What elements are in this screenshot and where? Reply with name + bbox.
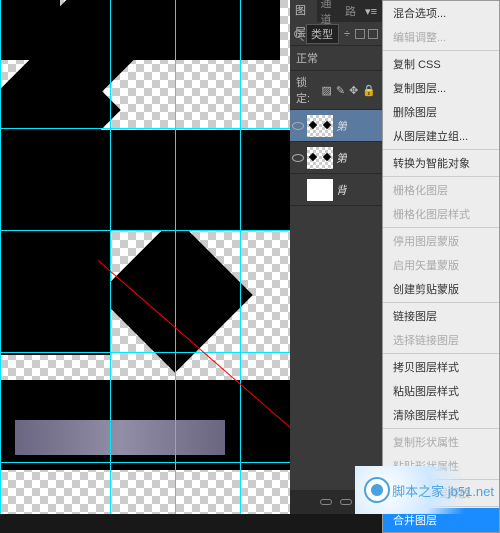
visibility-icon[interactable] bbox=[292, 154, 304, 162]
tab-layers[interactable]: 图层 bbox=[290, 0, 317, 22]
lock-transparency-icon[interactable]: ▨ bbox=[321, 84, 331, 97]
menu-enable-vector-mask: 启用矢量蒙版 bbox=[383, 253, 499, 277]
blur-overlay bbox=[15, 420, 225, 455]
panel-menu-icon[interactable]: ▾≡ bbox=[360, 5, 382, 18]
layer-name[interactable]: 背 bbox=[336, 182, 347, 198]
filter-icon[interactable] bbox=[368, 29, 378, 39]
menu-duplicate-layer[interactable]: 复制图层... bbox=[383, 76, 499, 100]
link-layers-icon[interactable] bbox=[320, 499, 332, 505]
layer-thumbnail[interactable] bbox=[307, 115, 333, 137]
menu-convert-smart[interactable]: 转换为智能对象 bbox=[383, 151, 499, 175]
watermark: 脚本之家 jb51.net bbox=[355, 466, 500, 514]
layer-row[interactable]: 第 bbox=[290, 142, 382, 174]
filter-search-icon[interactable] bbox=[294, 30, 302, 38]
chevron-down-icon[interactable]: ÷ bbox=[343, 28, 351, 40]
filter-kind-select[interactable]: 类型 bbox=[306, 24, 339, 44]
menu-rasterize-style: 栅格化图层样式 bbox=[383, 202, 499, 226]
menu-copy-style[interactable]: 拷贝图层样式 bbox=[383, 355, 499, 379]
menu-link-layers[interactable]: 链接图层 bbox=[383, 304, 499, 328]
menu-edit-adjustment: 编辑调整... bbox=[383, 25, 499, 49]
menu-select-linked: 选择链接图层 bbox=[383, 328, 499, 352]
menu-rasterize-layer: 栅格化图层 bbox=[383, 178, 499, 202]
layer-thumbnail[interactable] bbox=[307, 179, 333, 201]
layers-panel: 图层 通道 路 ▾≡ 类型 ÷ 正常 锁定: ▨ ✎ ✥ 🔒 第 第 背 bbox=[290, 0, 382, 514]
lock-label: 锁定: bbox=[296, 74, 317, 106]
canvas-area[interactable] bbox=[0, 0, 290, 514]
layer-row[interactable]: 背 bbox=[290, 174, 382, 206]
menu-delete-layer[interactable]: 删除图层 bbox=[383, 100, 499, 124]
watermark-logo-icon bbox=[363, 476, 391, 504]
lock-all-icon[interactable]: 🔒 bbox=[362, 84, 376, 97]
menu-blending-options[interactable]: 混合选项... bbox=[383, 1, 499, 25]
context-menu: 混合选项... 编辑调整... 复制 CSS 复制图层... 删除图层 从图层建… bbox=[382, 0, 500, 533]
layer-thumbnail[interactable] bbox=[307, 147, 333, 169]
fx-icon[interactable] bbox=[340, 499, 352, 505]
visibility-icon[interactable] bbox=[292, 122, 304, 130]
filter-icon[interactable] bbox=[355, 29, 365, 39]
menu-copy-shape-attr: 复制形状属性 bbox=[383, 430, 499, 454]
menu-group-from-layers[interactable]: 从图层建立组... bbox=[383, 124, 499, 148]
tab-paths[interactable]: 路 bbox=[341, 3, 360, 19]
layer-row[interactable]: 第 bbox=[290, 110, 382, 142]
menu-clear-style[interactable]: 清除图层样式 bbox=[383, 403, 499, 427]
menu-paste-style[interactable]: 粘贴图层样式 bbox=[383, 379, 499, 403]
menu-copy-css[interactable]: 复制 CSS bbox=[383, 52, 499, 76]
menu-disable-mask: 停用图层蒙版 bbox=[383, 229, 499, 253]
layer-name[interactable]: 第 bbox=[336, 118, 347, 134]
lock-brush-icon[interactable]: ✎ bbox=[336, 84, 345, 97]
layer-name[interactable]: 第 bbox=[336, 150, 347, 166]
lock-position-icon[interactable]: ✥ bbox=[349, 84, 358, 97]
menu-create-clipping[interactable]: 创建剪贴蒙版 bbox=[383, 277, 499, 301]
blend-mode-select[interactable]: 正常 bbox=[290, 46, 382, 71]
